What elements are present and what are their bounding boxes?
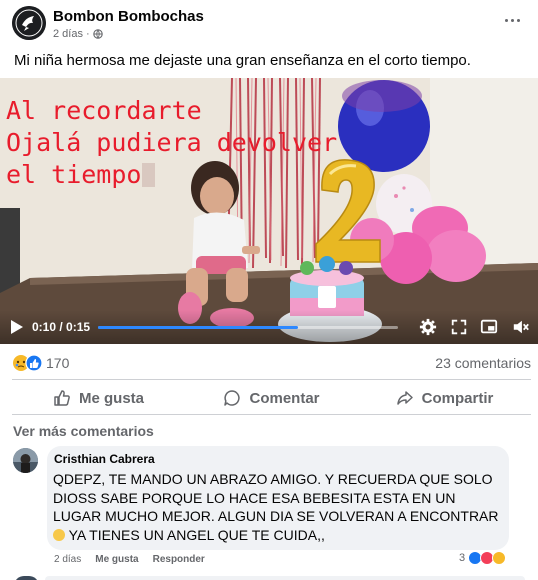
comment-text-part: YA TIENES UN ANGEL QUE TE CUIDA,,: [65, 526, 325, 543]
globe-icon: [92, 29, 103, 39]
post-meta: 2 días ·: [53, 28, 103, 40]
comment-count[interactable]: 23 comentarios: [435, 355, 531, 371]
see-more-comments-link[interactable]: Ver más comentarios: [13, 423, 154, 439]
video-controls: 0:10 / 0:15: [0, 310, 538, 344]
page-avatar[interactable]: [12, 6, 46, 40]
share-arrow-icon: [396, 391, 413, 405]
share-button[interactable]: Compartir: [358, 383, 531, 413]
post-actions: Me gusta Comentar Compartir: [12, 383, 531, 413]
comment-text-part: QDEPZ, TE MANDO UN ABRAZO AMIGO. Y RECUE…: [53, 471, 499, 524]
more-dot-icon: [510, 18, 514, 22]
post-text: Mi niña hermosa me dejaste una gran ense…: [14, 52, 471, 69]
overlay-line-2: Ojalá pudiera devolver: [6, 128, 338, 157]
thumbs-up-icon: [54, 390, 70, 406]
divider: [12, 414, 531, 415]
comment-footer: 2 días Me gusta Responder: [54, 554, 205, 565]
smile-emoji-icon: [53, 528, 65, 541]
post-time[interactable]: 2 días: [53, 28, 83, 40]
comment-bubble-icon: [224, 390, 241, 406]
comment-time[interactable]: 2 días: [54, 554, 81, 565]
share-label: Compartir: [421, 389, 494, 407]
next-comment-bubble: [45, 576, 525, 580]
overlay-line-1: Al recordarte: [6, 96, 202, 125]
like-label: Me gusta: [78, 389, 144, 407]
settings-gear-icon[interactable]: [418, 318, 438, 336]
divider: [12, 379, 531, 380]
comment-author[interactable]: Cristhian Cabrera: [54, 452, 155, 466]
video-overlay-text: Al recordarte Ojalá pudiera devolver el …: [6, 95, 337, 191]
comment-label: Comentar: [249, 389, 320, 407]
video-player[interactable]: Al recordarte Ojalá pudiera devolver el …: [0, 78, 538, 344]
text-cursor: [142, 163, 156, 187]
comment-text: QDEPZ, TE MANDO UN ABRAZO AMIGO. Y RECUE…: [53, 470, 505, 544]
mute-icon[interactable]: [511, 318, 531, 336]
fullscreen-icon[interactable]: [449, 318, 469, 336]
comment-bubble: Cristhian Cabrera QDEPZ, TE MANDO UN ABR…: [47, 446, 509, 550]
commenter-photo: [13, 448, 38, 473]
sad-reaction-icon: [492, 551, 507, 565]
play-icon[interactable]: [10, 319, 24, 335]
video-progress-bar[interactable]: [98, 326, 398, 329]
next-comment-avatar: [14, 576, 39, 580]
dove-logo-icon: [12, 6, 46, 40]
post-stats: 170 23 comentarios: [12, 352, 531, 374]
post-header: Bombon Bombochas 2 días ·: [12, 6, 528, 46]
like-button[interactable]: Me gusta: [12, 383, 185, 413]
picture-in-picture-icon[interactable]: [479, 318, 499, 336]
comment-reactions[interactable]: 3: [459, 551, 507, 565]
comment-reply-link[interactable]: Responder: [153, 554, 205, 565]
post-author[interactable]: Bombon Bombochas: [53, 8, 204, 25]
comment-like-link[interactable]: Me gusta: [95, 554, 138, 565]
comment-button[interactable]: Comentar: [185, 383, 358, 413]
commenter-avatar[interactable]: [13, 448, 38, 473]
reaction-icons[interactable]: [12, 354, 44, 372]
overlay-line-3: el tiempo: [6, 160, 142, 189]
video-progress-fill: [98, 326, 299, 329]
more-dot-icon: [504, 18, 508, 22]
more-options-button[interactable]: [500, 10, 524, 30]
reaction-count[interactable]: 170: [46, 355, 69, 371]
video-time: 0:10 / 0:15: [32, 320, 91, 334]
comment-reaction-count: 3: [459, 552, 466, 564]
more-dot-icon: [516, 18, 520, 22]
